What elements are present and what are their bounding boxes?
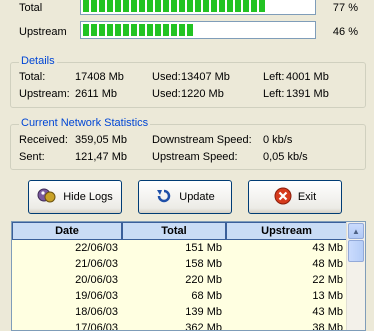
table-row[interactable]: 18/06/03 139 Mb 43 Mb bbox=[12, 304, 347, 320]
row-total: 158 Mb bbox=[185, 258, 222, 270]
downstream-speed-value: 0 kb/s bbox=[263, 134, 293, 146]
row-upstream: 22 Mb bbox=[312, 274, 343, 286]
sent-label: Sent: bbox=[19, 151, 45, 163]
row-total: 151 Mb bbox=[185, 242, 222, 254]
details-total-label: Total: bbox=[19, 71, 46, 83]
upstream-speed-value: 0,05 kb/s bbox=[263, 151, 308, 163]
hide-logs-icon bbox=[37, 187, 57, 208]
refresh-icon bbox=[155, 187, 173, 208]
upstream-column-header[interactable]: Upstream bbox=[226, 222, 347, 240]
upstream-usage-row: Upstream 46 % bbox=[0, 20, 374, 46]
total-percent: 77 % bbox=[332, 2, 358, 14]
details-total-left-label: Left: bbox=[263, 71, 285, 83]
details-total-used-value: 13407 Mb bbox=[181, 71, 230, 83]
upstream-label: Upstream bbox=[19, 26, 67, 38]
row-total: 139 Mb bbox=[185, 306, 222, 318]
received-value: 359,05 Mb bbox=[75, 134, 127, 146]
row-total: 68 Mb bbox=[191, 290, 222, 302]
total-progress-fill bbox=[83, 0, 265, 12]
details-upstream-used-label: Used: bbox=[152, 88, 181, 100]
details-upstream-left-value: 1391 Mb bbox=[286, 88, 329, 100]
details-title: Details bbox=[19, 55, 57, 67]
table-row[interactable]: 19/06/03 68 Mb 13 Mb bbox=[12, 288, 347, 304]
upstream-progress-fill bbox=[83, 24, 193, 36]
total-usage-row: Total 77 % bbox=[0, 0, 374, 22]
row-date: 22/06/03 bbox=[75, 242, 118, 254]
table-row[interactable]: 22/06/03 151 Mb 43 Mb bbox=[12, 240, 347, 256]
update-label: Update bbox=[179, 191, 215, 203]
details-group: Details Total: 17408 Mb Used: 13407 Mb L… bbox=[10, 55, 366, 108]
sent-value: 121,47 Mb bbox=[75, 151, 127, 163]
total-label: Total bbox=[19, 2, 43, 14]
received-label: Received: bbox=[19, 134, 68, 146]
close-icon bbox=[274, 187, 292, 208]
upstream-speed-label: Upstream Speed: bbox=[152, 151, 238, 163]
table-header: Date Total Upstream bbox=[12, 222, 347, 240]
details-total-left-value: 4001 Mb bbox=[286, 71, 329, 83]
total-progress-bar bbox=[80, 0, 316, 15]
row-date: 18/06/03 bbox=[75, 306, 118, 318]
vertical-scrollbar[interactable]: ▲ bbox=[346, 222, 365, 330]
row-upstream: 43 Mb bbox=[312, 242, 343, 254]
row-upstream: 13 Mb bbox=[312, 290, 343, 302]
exit-button[interactable]: Exit bbox=[248, 180, 342, 214]
row-date: 20/06/03 bbox=[75, 274, 118, 286]
log-table[interactable]: Date Total Upstream 22/06/03 151 Mb 43 M… bbox=[11, 221, 366, 331]
details-total-used-label: Used: bbox=[152, 71, 181, 83]
details-total-value: 17408 Mb bbox=[75, 71, 124, 83]
downstream-speed-label: Downstream Speed: bbox=[152, 134, 252, 146]
table-row[interactable]: 20/06/03 220 Mb 22 Mb bbox=[12, 272, 347, 288]
details-upstream-value: 2611 Mb bbox=[75, 88, 117, 100]
upstream-percent: 46 % bbox=[332, 26, 358, 38]
date-column-header[interactable]: Date bbox=[12, 222, 122, 240]
update-button[interactable]: Update bbox=[138, 180, 232, 214]
details-upstream-label: Upstream: bbox=[19, 88, 70, 100]
network-stats-group: Current Network Statistics Received: 359… bbox=[10, 117, 366, 170]
hide-logs-button[interactable]: Hide Logs bbox=[28, 180, 122, 214]
scroll-thumb[interactable] bbox=[348, 240, 364, 262]
row-date: 19/06/03 bbox=[75, 290, 118, 302]
network-stats-title: Current Network Statistics bbox=[19, 117, 151, 129]
hide-logs-label: Hide Logs bbox=[63, 191, 113, 203]
row-upstream: 43 Mb bbox=[312, 306, 343, 318]
details-upstream-used-value: 1220 Mb bbox=[181, 88, 224, 100]
upstream-progress-bar bbox=[80, 21, 316, 39]
row-date: 21/06/03 bbox=[75, 258, 118, 270]
row-total: 220 Mb bbox=[185, 274, 222, 286]
table-row[interactable]: 21/06/03 158 Mb 48 Mb bbox=[12, 256, 347, 272]
details-upstream-left-label: Left: bbox=[263, 88, 285, 100]
total-column-header[interactable]: Total bbox=[122, 222, 226, 240]
row-upstream: 48 Mb bbox=[312, 258, 343, 270]
scroll-up-button[interactable]: ▲ bbox=[348, 223, 364, 239]
exit-label: Exit bbox=[297, 191, 317, 203]
